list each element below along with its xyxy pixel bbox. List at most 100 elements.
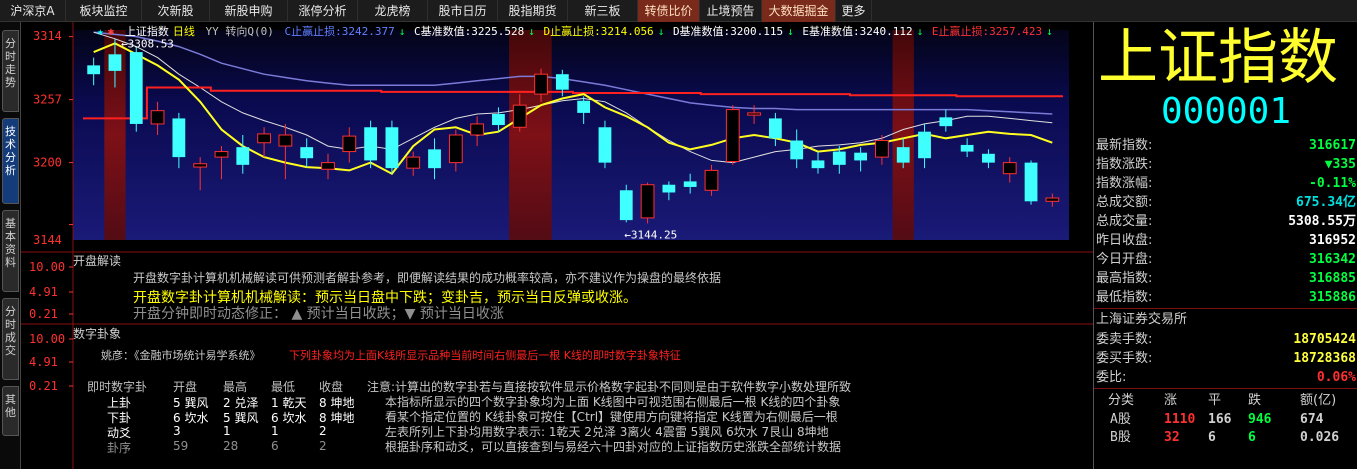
indicator-info-bar: ★ ✱ 上证指数 日线 YY 转向Q(0) C止赢止损:3242.377 ↓ C基准数…: [97, 25, 1053, 38]
left-tab-2[interactable]: 基本资料: [2, 210, 19, 292]
stat-row-0-value: 316617: [1309, 138, 1356, 153]
gua-header-0: 即时数字卦: [87, 380, 148, 394]
menu-item-4[interactable]: 涨停分析: [288, 0, 358, 22]
candle-body-39: [918, 131, 931, 159]
candle-body-29: [704, 169, 719, 191]
menu-item-9[interactable]: 转债比价: [638, 0, 700, 22]
stat-row-5-label: 昨日收盘:: [1096, 233, 1153, 248]
d-base-value: 3200.115: [730, 25, 784, 38]
left-tab-3[interactable]: 分时成交: [2, 298, 19, 380]
menu-item-5[interactable]: 龙虎榜: [358, 0, 428, 22]
stat-row-7-label: 最高指数:: [1096, 271, 1153, 286]
breadth-header-4: 额(亿): [1300, 393, 1337, 408]
breadth-cell-0-2: 166: [1208, 412, 1232, 427]
menu-item-1[interactable]: 板块监控: [66, 0, 142, 22]
gua-note-4: 根据卦序和动爻，可以直接查到与易经六十四卦对应的上证指数历史涨跌全部统计数据: [385, 440, 842, 454]
stat-row-1: 指数涨跌: ▼335: [1094, 155, 1357, 174]
candle-body-16: [428, 149, 441, 169]
candle-body-12: [342, 135, 357, 153]
menu-item-3[interactable]: 新股申购: [210, 0, 288, 22]
gua-cell-2-2: 1: [223, 424, 231, 438]
menu-item-11[interactable]: 大数据掘金: [762, 0, 836, 22]
period-label: 日线: [172, 25, 195, 38]
candle-body-0: [87, 65, 101, 75]
candle-body-8: [257, 133, 271, 144]
section2-desc-highlight: 下列卦象均为上面K线所显示品种当前时间右侧最后一根 K线的即时数字卦象特征: [289, 349, 681, 362]
gua-header-4: 收盘: [319, 380, 344, 394]
menu-item-7[interactable]: 股指期货: [498, 0, 568, 22]
section1-title: 开盘解读: [73, 254, 122, 268]
candle-body-27: [662, 184, 676, 193]
gua-cell-3-0: 卦序: [107, 441, 132, 455]
candle-body-35: [832, 151, 846, 165]
chart-panel: 3314 3257 3200 3144 ←3308.53 ←3144.25 10.00 4.9…: [21, 22, 1093, 469]
candle-body-11: [321, 162, 335, 170]
menu-item-12[interactable]: 更多: [836, 0, 872, 22]
left-tab-strip: 分时走势技术分析基本资料分时成交其他: [0, 22, 21, 469]
candle-body-33: [790, 140, 804, 160]
stat-row-0-label: 最新指数:: [1096, 138, 1153, 153]
star-icon[interactable]: ★: [97, 25, 104, 38]
menu-item-8[interactable]: 新三板: [568, 0, 638, 22]
order-row-2-label: 委比:: [1096, 370, 1127, 385]
stat-row-0: 最新指数: 316617: [1094, 136, 1357, 155]
candle-body-30: [725, 109, 740, 163]
candle-body-44: [1024, 162, 1038, 202]
gua-cell-2-1: 3: [173, 424, 181, 438]
breadth-header-2: 平: [1208, 393, 1222, 408]
menu-item-2[interactable]: 次新股: [142, 0, 210, 22]
stat-row-2-value: -0.11%: [1309, 176, 1356, 191]
gua-notes: 注意:计算出的数字卦若与直接按软件显示价格数字起卦不同则是由于软件数字小数处理所…: [367, 378, 1087, 468]
candle-body-13: [364, 127, 377, 161]
y-tick-1: 3257: [33, 93, 62, 107]
breadth-row-1: B股 32 6 6 0.026: [1094, 428, 1357, 447]
order-row-2-value: 0.06%: [1316, 370, 1356, 385]
breadth-header-1: 涨: [1164, 393, 1178, 408]
left-tab-0[interactable]: 分时走势: [2, 30, 19, 112]
candle-body-1: [108, 54, 122, 71]
stat-row-8-value: 315886: [1309, 290, 1356, 305]
candle-body-37: [875, 140, 889, 158]
candle-body-40: [939, 117, 953, 127]
gua-header-2: 最高: [223, 380, 248, 394]
stat-row-8-label: 最低指数:: [1096, 290, 1153, 305]
stat-row-1-label: 指数涨跌:: [1096, 157, 1153, 172]
order-row-1: 委买手数: 18728368: [1094, 349, 1357, 368]
stat-row-1-value: ▼335: [1324, 157, 1356, 172]
sub1-tick-0: 10.00: [29, 260, 65, 274]
gua-cell-2-4: 2: [319, 424, 327, 438]
stat-row-8: 最低指数: 315886: [1094, 288, 1357, 307]
index-code: 000001: [1160, 91, 1292, 132]
stat-row-6-label: 今日开盘:: [1096, 252, 1153, 267]
breadth-header-0: 分类: [1108, 393, 1135, 408]
low-annotation: ←3144.25: [624, 228, 677, 241]
d-base-label: D基准数值:: [672, 25, 731, 38]
exchange-name: 上海证券交易所: [1096, 312, 1188, 327]
order-row-2: 委比: 0.06%: [1094, 368, 1357, 387]
order-row-1-value: 18728368: [1293, 351, 1356, 366]
sub2-tick-2: 0.21: [29, 379, 58, 393]
e-base-value: 3240.112: [859, 25, 913, 38]
candle-body-45: [1045, 197, 1060, 202]
stat-row-3-label: 总成交额:: [1096, 195, 1153, 210]
breadth-cell-0-3: 946: [1248, 412, 1272, 427]
index-name-label: 上证指数: [124, 25, 169, 38]
order-row-1-label: 委买手数:: [1096, 351, 1153, 366]
left-tab-1[interactable]: 技术分析: [2, 118, 19, 204]
menu-item-10[interactable]: 止境预告: [700, 0, 762, 22]
stat-row-5-value: 316952: [1309, 233, 1356, 248]
menu-item-6[interactable]: 股市日历: [428, 0, 498, 22]
candle-body-3: [150, 110, 165, 125]
gua-cell-3-4: 2: [319, 439, 327, 453]
menu-item-0[interactable]: 沪深京A: [0, 0, 66, 22]
separator: [1094, 308, 1357, 309]
d-stop-label: D止赢止损:: [543, 25, 601, 38]
candle-body-25: [619, 190, 633, 221]
order-row-0-label: 委卖手数:: [1096, 332, 1153, 347]
sub1-tick-2: 0.21: [29, 307, 58, 321]
candle-body-36: [854, 152, 867, 161]
settings-gear-icon[interactable]: ✱: [108, 25, 115, 38]
candle-body-31: [747, 112, 761, 116]
left-tab-4[interactable]: 其他: [2, 386, 19, 436]
candle-body-9: [278, 134, 293, 147]
